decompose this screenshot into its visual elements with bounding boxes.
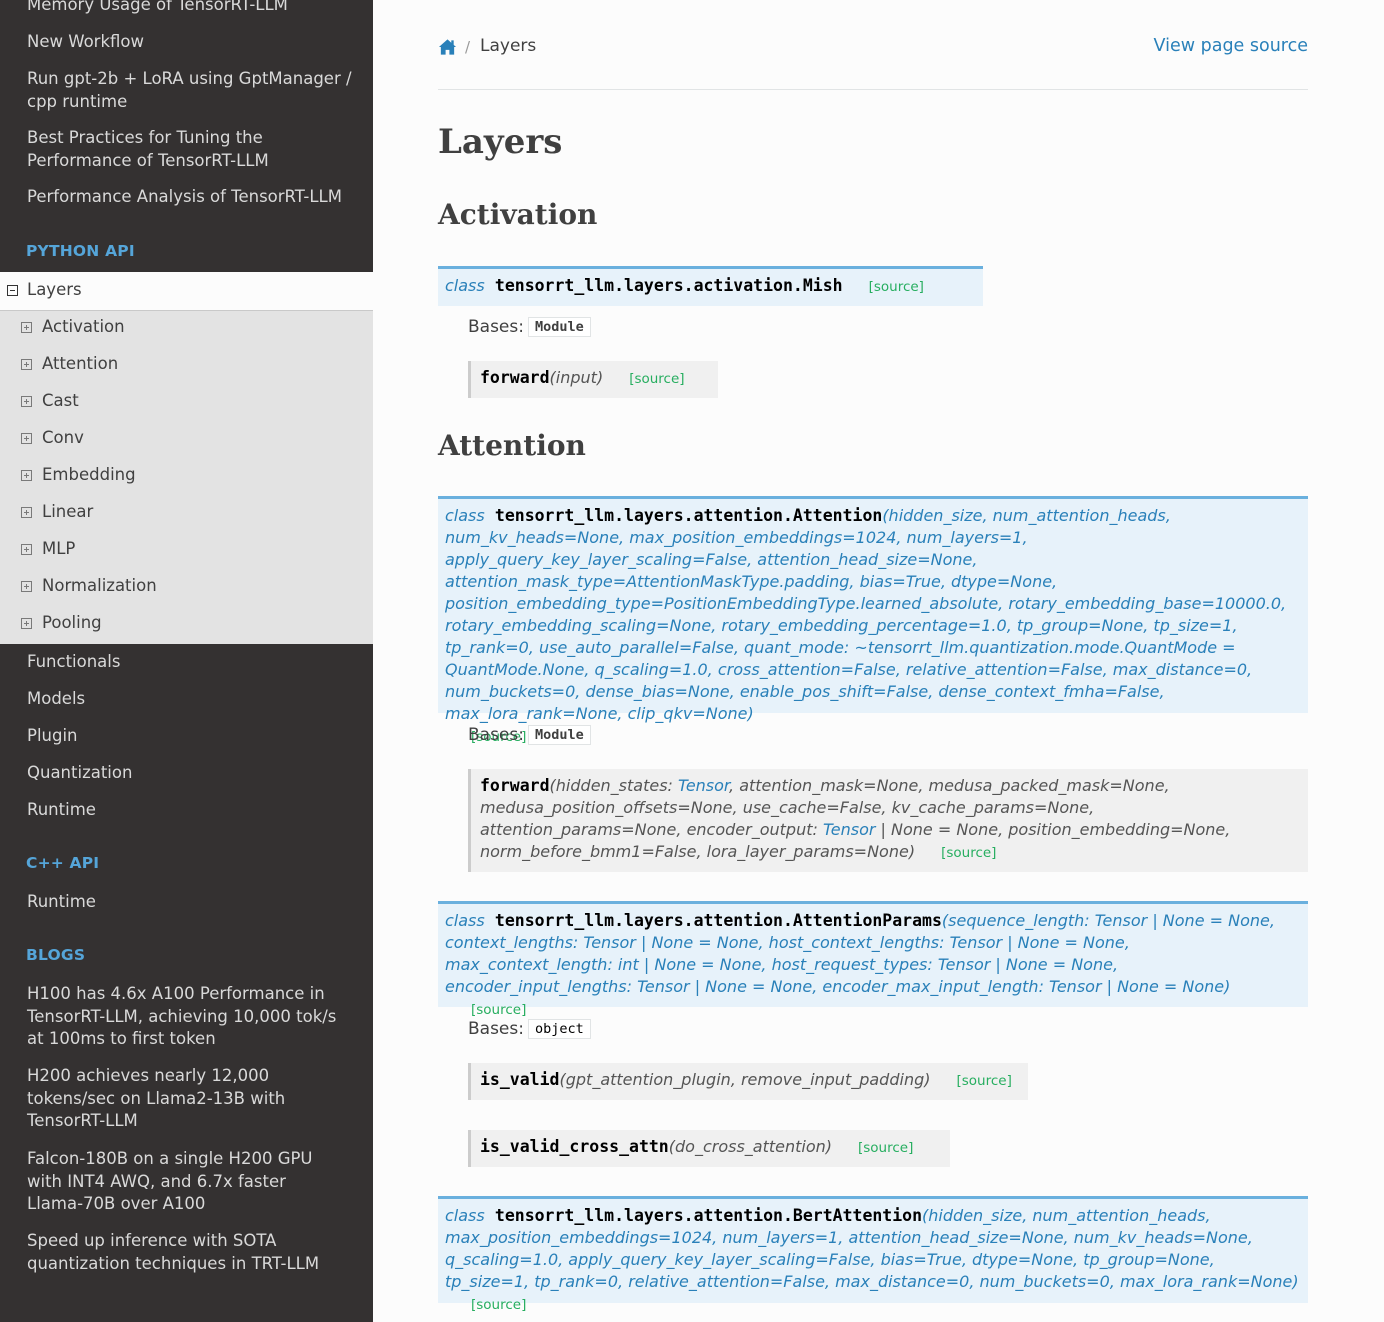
source-link[interactable]: [source] [941, 845, 996, 861]
class-keyword: class [445, 911, 485, 930]
expand-icon[interactable] [21, 581, 32, 592]
sidebar-caption-python-api: PYTHON API [26, 242, 135, 260]
source-link[interactable]: [source] [858, 1140, 913, 1156]
breadcrumb: / Layers View page source [438, 36, 1308, 60]
method-signature-is-valid-cross-attn: is_valid_cross_attn(do_cross_attention) [… [468, 1130, 950, 1167]
class-keyword: class [445, 276, 485, 295]
source-link[interactable]: [source] [629, 371, 684, 387]
sidebar-subitem-mlp[interactable]: MLP [42, 539, 75, 558]
method-name: forward [480, 776, 550, 795]
bases-label: Bases: [468, 1019, 524, 1039]
bases-line: Bases: Module [468, 317, 591, 337]
expand-icon[interactable] [21, 396, 32, 407]
page-title: Layers [438, 122, 563, 162]
method-signature-attention-forward: forward(hidden_states: Tensor, attention… [468, 769, 1308, 872]
method-params: (gpt_attention_plugin, remove_input_padd… [559, 1070, 931, 1089]
expand-icon[interactable] [21, 322, 32, 333]
sidebar-item-blog-falcon[interactable]: Falcon-180B on a single H200 GPU with IN… [27, 1148, 347, 1216]
expand-icon[interactable] [21, 544, 32, 555]
sidebar-item-run-gpt2b-lora[interactable]: Run gpt-2b + LoRA using GptManager / cpp… [27, 68, 357, 113]
bases-object: object [527, 1019, 591, 1039]
sidebar-nav: Memory Usage of TensorRT-LLM New Workflo… [0, 0, 373, 1322]
sidebar-item-memory-usage[interactable]: Memory Usage of TensorRT-LLM [27, 0, 357, 17]
method-params: (hidden_states: [549, 776, 679, 795]
bases-label: Bases: [468, 725, 524, 745]
section-heading-activation: Activation [438, 198, 598, 231]
class-name: tensorrt_llm.layers.attention.AttentionP… [494, 911, 942, 930]
bases-module-link[interactable]: Module [527, 317, 591, 337]
class-keyword: class [445, 506, 485, 525]
sidebar-subitem-normalization[interactable]: Normalization [42, 576, 157, 595]
sidebar-item-runtime[interactable]: Runtime [27, 799, 357, 822]
method-name: is_valid_cross_attn [480, 1137, 669, 1156]
page-scrollbar[interactable] [1372, 0, 1384, 1322]
source-link[interactable]: [source] [869, 279, 924, 295]
breadcrumb-divider [438, 89, 1308, 90]
sidebar-item-new-workflow[interactable]: New Workflow [27, 31, 357, 54]
sidebar-current-section: Layers Activation Attention Cast Conv Em… [0, 272, 373, 644]
expand-icon[interactable] [21, 433, 32, 444]
sidebar-item-label: Layers [27, 280, 82, 299]
breadcrumb-current: Layers [480, 36, 537, 56]
sidebar-subitem-conv[interactable]: Conv [42, 428, 84, 447]
expand-icon[interactable] [21, 359, 32, 370]
source-link[interactable]: [source] [956, 1073, 1011, 1089]
class-name: tensorrt_llm.layers.attention.Attention [494, 506, 883, 525]
sidebar-subitem-cast[interactable]: Cast [42, 391, 79, 410]
bases-label: Bases: [468, 317, 524, 337]
expand-icon[interactable] [21, 507, 32, 518]
sidebar-item-quantization[interactable]: Quantization [27, 762, 357, 785]
sidebar-caption-cpp-api: C++ API [26, 854, 100, 872]
sidebar-subitem-embedding[interactable]: Embedding [42, 465, 136, 484]
bases-module-link[interactable]: Module [527, 725, 591, 745]
sidebar-subitem-attention[interactable]: Attention [42, 354, 118, 373]
method-params: (do_cross_attention) [668, 1137, 832, 1156]
sidebar-item-cpp-runtime[interactable]: Runtime [27, 891, 357, 914]
sidebar-caption-blogs: BLOGS [26, 946, 86, 964]
sidebar-item-functionals[interactable]: Functionals [27, 651, 357, 674]
expand-icon[interactable] [21, 618, 32, 629]
sidebar-item-blog-h100[interactable]: H100 has 4.6x A100 Performance in Tensor… [27, 983, 342, 1051]
section-heading-attention: Attention [438, 429, 586, 462]
tensor-type-link[interactable]: Tensor [678, 776, 729, 795]
class-params: (hidden_size, num_attention_heads, num_k… [445, 506, 1287, 723]
sidebar-subitem-pooling[interactable]: Pooling [42, 613, 102, 632]
class-signature-mish: class tensorrt_llm.layers.activation.Mis… [438, 266, 983, 306]
source-link[interactable]: [source] [471, 1297, 526, 1313]
tensor-type-link[interactable]: Tensor [823, 820, 875, 839]
sidebar-item-layers[interactable]: Layers [0, 272, 373, 311]
expand-icon[interactable] [21, 470, 32, 481]
bases-line: Bases: object [468, 1019, 591, 1039]
class-name: tensorrt_llm.layers.activation.Mish [494, 276, 843, 295]
sidebar-item-best-practices[interactable]: Best Practices for Tuning the Performanc… [27, 127, 357, 172]
collapse-icon[interactable] [7, 285, 18, 296]
source-link[interactable]: [source] [471, 1002, 526, 1018]
sidebar-item-plugin[interactable]: Plugin [27, 725, 357, 748]
method-name: is_valid [480, 1070, 560, 1089]
method-name: forward [480, 368, 550, 387]
class-signature-attention: class tensorrt_llm.layers.attention.Atte… [438, 496, 1308, 745]
view-page-source-link[interactable]: View page source [1154, 36, 1308, 56]
method-signature-is-valid: is_valid(gpt_attention_plugin, remove_in… [468, 1063, 1028, 1100]
sidebar-subitem-linear[interactable]: Linear [42, 502, 93, 521]
breadcrumb-separator: / [465, 38, 471, 56]
main-content: / Layers View page source Layers Activat… [438, 0, 1308, 1322]
bases-line: Bases: Module [468, 725, 591, 745]
sidebar-item-blog-h200[interactable]: H200 achieves nearly 12,000 tokens/sec o… [27, 1065, 307, 1133]
sidebar-subitem-activation[interactable]: Activation [42, 317, 125, 336]
class-signature-attention-params: class tensorrt_llm.layers.attention.Atte… [438, 901, 1308, 1018]
method-params: (input) [549, 368, 604, 387]
class-signature-bert-attention: class tensorrt_llm.layers.attention.Bert… [438, 1196, 1308, 1313]
class-name: tensorrt_llm.layers.attention.BertAttent… [494, 1206, 923, 1225]
home-icon[interactable] [438, 38, 457, 56]
class-keyword: class [445, 1206, 485, 1225]
sidebar-item-models[interactable]: Models [27, 688, 357, 711]
sidebar-item-performance-analysis[interactable]: Performance Analysis of TensorRT-LLM [27, 186, 357, 209]
method-signature-mish-forward: forward(input) [source] [468, 361, 718, 398]
sidebar-item-blog-quantization[interactable]: Speed up inference with SOTA quantizatio… [27, 1230, 327, 1275]
